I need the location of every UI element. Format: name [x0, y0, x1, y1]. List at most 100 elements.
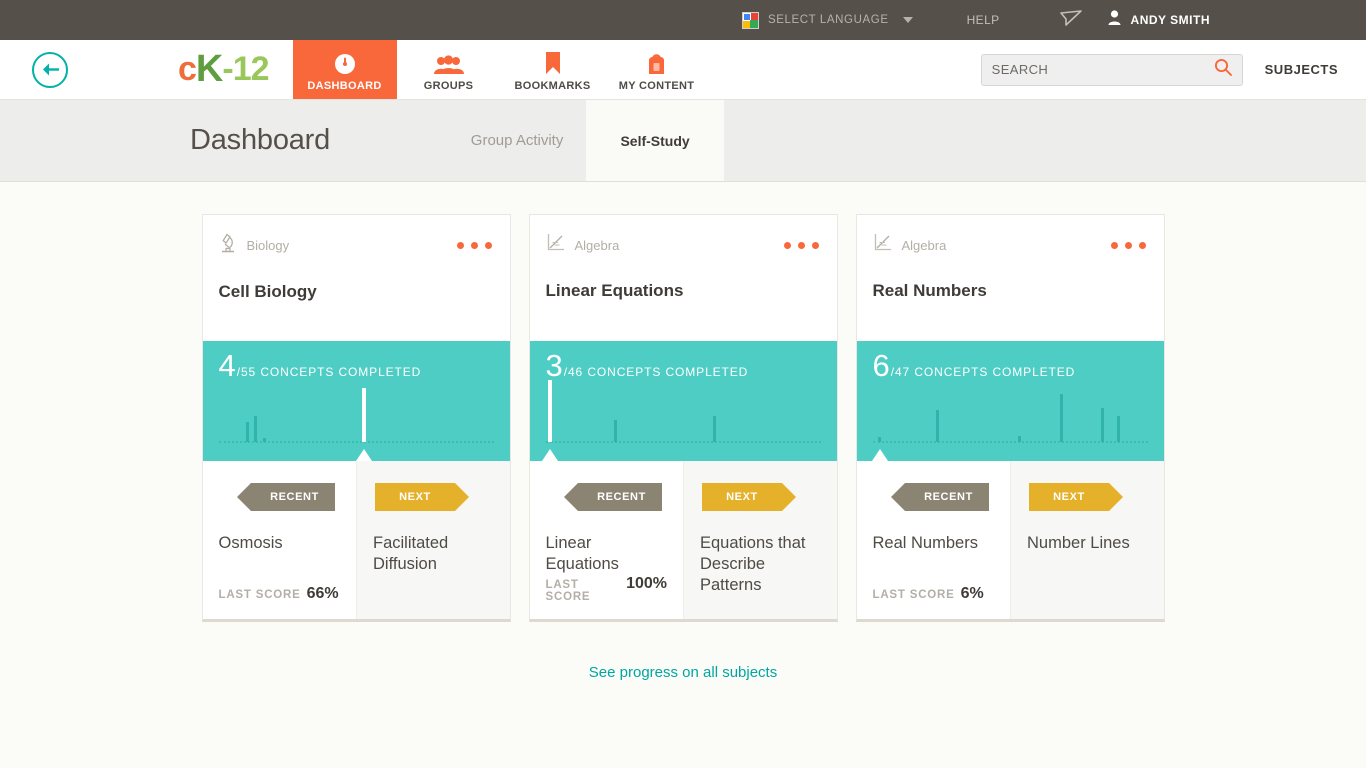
progress-band: 3 /46 CONCEPTS COMPLETED: [530, 341, 837, 461]
activity-sparkline: [873, 387, 1148, 461]
recent-lesson-title: Linear Equations: [546, 533, 668, 575]
next-lesson-title: Equations that Describe Patterns: [700, 533, 821, 596]
user-name-label: ANDY SMITH: [1131, 13, 1210, 27]
activity-sparkline: [546, 387, 821, 461]
next-lesson-title: Number Lines: [1027, 533, 1148, 554]
google-translate-icon: [742, 12, 759, 29]
subject-label: Algebra: [902, 238, 947, 253]
study-card[interactable]: Algebra Real Numbers 6 /47 CONCEPTS COMP…: [856, 214, 1165, 622]
nav-label-dashboard: DASHBOARD: [307, 80, 381, 92]
next-lesson[interactable]: NEXT Facilitated Diffusion: [356, 461, 510, 619]
recent-lesson[interactable]: RECENT Real Numbers LAST SCORE 6%: [857, 461, 1011, 619]
recent-lesson[interactable]: RECENT Osmosis LAST SCORE 66%: [203, 461, 357, 619]
see-all-subjects-link[interactable]: See progress on all subjects: [589, 664, 777, 681]
next-badge: NEXT: [702, 483, 782, 511]
search-input[interactable]: [992, 62, 1214, 77]
nav-item-bookmarks[interactable]: BOOKMARKS: [501, 40, 605, 99]
recent-lesson-title: Real Numbers: [873, 533, 995, 554]
page-title: Dashboard: [190, 124, 330, 157]
groups-people-icon: [434, 51, 464, 75]
next-lesson[interactable]: NEXT Number Lines: [1010, 461, 1164, 619]
recent-badge: RECENT: [251, 483, 335, 511]
back-arrow-icon[interactable]: [32, 52, 68, 88]
graph-axes-icon: [873, 233, 892, 257]
study-card[interactable]: Biology Cell Biology 4 /55 CONCEPTS COMP…: [202, 214, 511, 622]
tab-group-activity[interactable]: Group Activity: [448, 100, 586, 181]
last-score: LAST SCORE 100%: [546, 575, 668, 603]
bookmark-ribbon-icon: [545, 51, 561, 75]
current-position-marker: [872, 449, 888, 461]
subject-group: Algebra: [873, 233, 947, 257]
next-badge: NEXT: [375, 483, 455, 511]
card-title: Real Numbers: [873, 281, 1146, 301]
recent-badge: RECENT: [578, 483, 662, 511]
nav-label-bookmarks: BOOKMARKS: [514, 80, 590, 92]
card-header: Algebra Real Numbers: [857, 215, 1164, 341]
activity-sparkline: [219, 387, 494, 461]
paper-plane-icon[interactable]: [1060, 10, 1082, 31]
dashboard-gauge-icon: [334, 51, 356, 75]
last-score-label: LAST SCORE: [546, 579, 621, 603]
user-avatar-icon: [1108, 10, 1121, 30]
concepts-completed-count: 4: [219, 353, 236, 379]
concepts-completed: 3 /46 CONCEPTS COMPLETED: [546, 353, 837, 379]
tabs: Group Activity Self-Study: [448, 100, 724, 181]
nav-items: DASHBOARD GROUPS BOOKMARK: [293, 40, 709, 99]
subjects-link[interactable]: SUBJECTS: [1265, 62, 1338, 77]
concepts-completed-total: /47 CONCEPTS COMPLETED: [891, 365, 1076, 379]
nav-item-groups[interactable]: GROUPS: [397, 40, 501, 99]
magnifier-icon[interactable]: [1214, 58, 1232, 81]
tab-strip: Dashboard Group Activity Self-Study: [0, 100, 1366, 182]
more-options-icon[interactable]: [457, 242, 492, 249]
last-score: LAST SCORE 6%: [873, 585, 995, 603]
last-score-value: 6%: [961, 585, 984, 603]
last-score-label: LAST SCORE: [219, 589, 301, 601]
help-link[interactable]: HELP: [967, 13, 1000, 27]
recent-lesson-title: Osmosis: [219, 533, 341, 554]
chevron-down-icon: [903, 17, 913, 23]
concepts-completed-count: 6: [873, 353, 890, 379]
more-options-icon[interactable]: [784, 242, 819, 249]
current-position-marker: [356, 449, 372, 461]
ck12-logo[interactable]: c K -12: [178, 40, 269, 99]
card-title: Cell Biology: [219, 282, 492, 302]
subject-label: Biology: [247, 238, 290, 253]
subject-group: Algebra: [546, 233, 620, 257]
last-score-value: 66%: [307, 585, 339, 603]
lessons-row: RECENT Real Numbers LAST SCORE 6% NEXT N…: [857, 461, 1164, 619]
tab-self-study[interactable]: Self-Study: [586, 100, 724, 181]
card-header: Algebra Linear Equations: [530, 215, 837, 341]
nav-label-groups: GROUPS: [424, 80, 473, 92]
graph-axes-icon: [546, 233, 565, 257]
search-area: SUBJECTS: [981, 40, 1338, 99]
nav-item-my-content[interactable]: MY CONTENT: [605, 40, 709, 99]
concepts-completed: 6 /47 CONCEPTS COMPLETED: [873, 353, 1164, 379]
next-lesson-title: Facilitated Diffusion: [373, 533, 494, 575]
next-lesson[interactable]: NEXT Equations that Describe Patterns: [683, 461, 837, 619]
subject-label: Algebra: [575, 238, 620, 253]
next-badge: NEXT: [1029, 483, 1109, 511]
last-score-value: 100%: [626, 575, 667, 593]
search-box[interactable]: [981, 54, 1243, 86]
progress-band: 6 /47 CONCEPTS COMPLETED: [857, 341, 1164, 461]
nav-label-my-content: MY CONTENT: [619, 80, 695, 92]
sparkline-baseline: [873, 441, 1148, 443]
microscope-icon: [219, 233, 237, 258]
backpack-icon: [646, 51, 667, 75]
concepts-completed-total: /46 CONCEPTS COMPLETED: [564, 365, 749, 379]
subject-group: Biology: [219, 233, 290, 258]
recent-badge: RECENT: [905, 483, 989, 511]
card-title: Linear Equations: [546, 281, 819, 301]
user-menu[interactable]: ANDY SMITH: [1108, 10, 1210, 30]
main-navigation: c K -12 DASHBOARD: [0, 40, 1366, 100]
select-language-label: SELECT LANGUAGE: [768, 14, 889, 26]
nav-item-dashboard[interactable]: DASHBOARD: [293, 40, 397, 99]
current-position-marker: [542, 449, 558, 461]
utility-bar: SELECT LANGUAGE HELP ANDY SMITH: [0, 0, 1366, 40]
study-card[interactable]: Algebra Linear Equations 3 /46 CONCEPTS …: [529, 214, 838, 622]
recent-lesson[interactable]: RECENT Linear Equations LAST SCORE 100%: [530, 461, 684, 619]
select-language-dropdown[interactable]: SELECT LANGUAGE: [742, 12, 913, 29]
logo-part-12: -12: [222, 50, 268, 89]
footer-area: See progress on all subjects: [0, 664, 1366, 682]
more-options-icon[interactable]: [1111, 242, 1146, 249]
